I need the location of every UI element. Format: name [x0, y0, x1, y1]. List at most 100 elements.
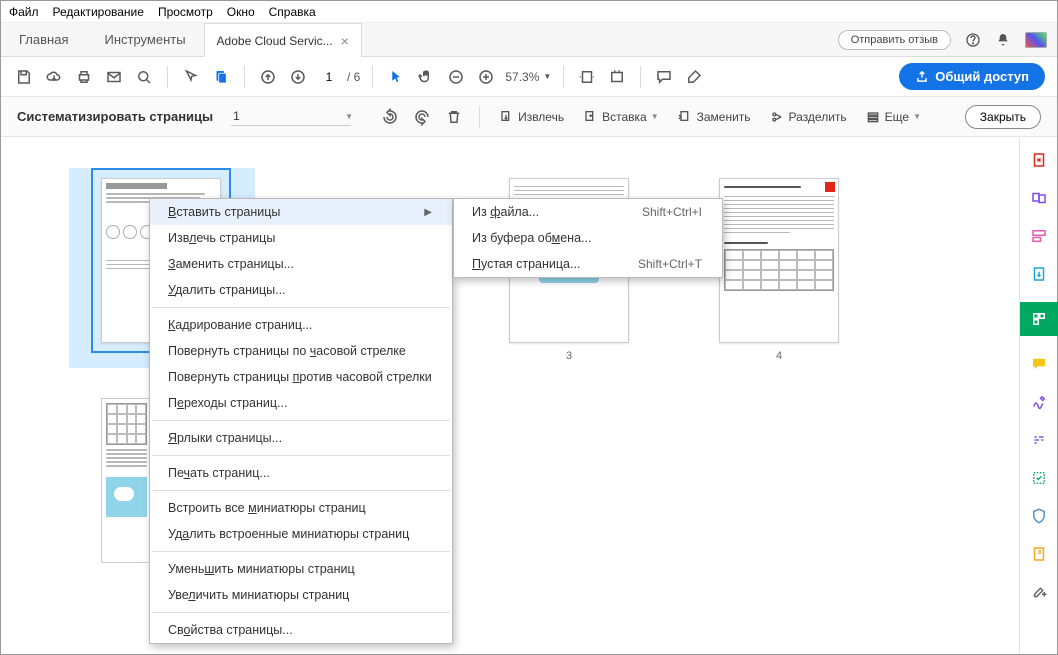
separator	[152, 455, 450, 456]
separator	[640, 66, 641, 88]
sub-blank-page[interactable]: Пустая страница...Shift+Ctrl+T	[454, 251, 722, 277]
search-icon[interactable]	[133, 66, 155, 88]
page-label-4: 4	[719, 350, 839, 362]
main-toolbar: / 6 57.3%▼ Общий доступ	[1, 57, 1057, 97]
separator	[152, 420, 450, 421]
share-button[interactable]: Общий доступ	[899, 63, 1045, 90]
ctx-insert-pages[interactable]: Вставить страницы▶	[150, 199, 452, 225]
rotate-cw-icon[interactable]	[411, 106, 433, 128]
tab-tools[interactable]: Инструменты	[86, 23, 203, 57]
pan-icon[interactable]	[415, 66, 437, 88]
rr-more-tools-icon[interactable]	[1029, 582, 1049, 602]
tab-home[interactable]: Главная	[1, 23, 86, 57]
menu-bar: Файл Редактирование Просмотр Окно Справк…	[1, 1, 1057, 23]
menu-help[interactable]: Справка	[269, 5, 316, 19]
ctx-crop-pages[interactable]: Кадрирование страниц...	[150, 312, 452, 338]
separator	[152, 612, 450, 613]
hand-cursor-icon[interactable]	[180, 66, 202, 88]
submenu-insert: Из файла...Shift+Ctrl+I Из буфера обмена…	[453, 198, 723, 278]
close-button[interactable]: Закрыть	[965, 105, 1041, 129]
ctx-print[interactable]: Печать страниц...	[150, 460, 452, 486]
separator	[152, 307, 450, 308]
menu-edit[interactable]: Редактирование	[53, 5, 144, 19]
ctx-embed-thumbs[interactable]: Встроить все миниатюры страниц	[150, 495, 452, 521]
separator	[167, 66, 168, 88]
ctx-remove-thumbs[interactable]: Удалить встроенные миниатюры страниц	[150, 521, 452, 547]
rotate-ccw-icon[interactable]	[379, 106, 401, 128]
split-button[interactable]: Разделить	[765, 107, 851, 127]
page-current-input[interactable]	[317, 70, 341, 84]
fit-page-icon[interactable]	[606, 66, 628, 88]
cloud-icon[interactable]	[43, 66, 65, 88]
menu-view[interactable]: Просмотр	[158, 5, 213, 19]
zoom-in-icon[interactable]	[475, 66, 497, 88]
print-icon[interactable]	[73, 66, 95, 88]
page-down-icon[interactable]	[287, 66, 309, 88]
page-label-3: 3	[509, 350, 629, 362]
rr-compress-icon[interactable]	[1029, 544, 1049, 564]
rr-edit-icon[interactable]	[1029, 226, 1049, 246]
page-range-select[interactable]	[231, 107, 351, 126]
tab-bar: Главная Инструменты Adobe Cloud Servic..…	[1, 23, 1057, 57]
highlight-icon[interactable]	[683, 66, 705, 88]
ctx-delete-pages[interactable]: Удалить страницы...	[150, 277, 452, 303]
separator	[244, 66, 245, 88]
context-menu: Вставить страницы▶ Извлечь страницы Заме…	[149, 198, 453, 644]
rr-organize-active[interactable]	[1020, 302, 1058, 336]
more-button[interactable]: Еще▼	[861, 107, 925, 127]
page-indicator: / 6	[317, 70, 360, 84]
help-icon[interactable]	[965, 32, 981, 48]
zoom-select[interactable]: 57.3%▼	[505, 70, 551, 84]
menu-window[interactable]: Окно	[227, 5, 255, 19]
tab-document-label: Adobe Cloud Servic...	[217, 34, 333, 48]
organize-title: Систематизировать страницы	[17, 109, 213, 124]
right-rail	[1019, 138, 1057, 654]
separator	[372, 66, 373, 88]
rr-sign-icon[interactable]	[1029, 392, 1049, 412]
rr-redact-icon[interactable]	[1029, 430, 1049, 450]
rr-optimize-icon[interactable]	[1029, 468, 1049, 488]
separator	[563, 66, 564, 88]
page-thumb-5[interactable]	[101, 398, 151, 563]
replace-button[interactable]: Заменить	[673, 107, 755, 127]
menu-file[interactable]: Файл	[9, 5, 39, 19]
separator	[479, 106, 480, 128]
extract-button[interactable]: Извлечь	[494, 107, 568, 127]
ctx-extract-pages[interactable]: Извлечь страницы	[150, 225, 452, 251]
zoom-out-icon[interactable]	[445, 66, 467, 88]
mail-icon[interactable]	[103, 66, 125, 88]
ctx-properties[interactable]: Свойства страницы...	[150, 617, 452, 643]
rr-combine-icon[interactable]	[1029, 188, 1049, 208]
ctx-rotate-cw[interactable]: Повернуть страницы по часовой стрелке	[150, 338, 452, 364]
fit-width-icon[interactable]	[576, 66, 598, 88]
close-tab-icon[interactable]: ×	[341, 33, 349, 49]
rr-comment-icon[interactable]	[1029, 354, 1049, 374]
pages-icon[interactable]	[210, 66, 232, 88]
page-up-icon[interactable]	[257, 66, 279, 88]
feedback-button[interactable]: Отправить отзыв	[838, 30, 951, 50]
ctx-rotate-ccw[interactable]: Повернуть страницы против часовой стрелк…	[150, 364, 452, 390]
page-thumb-4[interactable]	[719, 178, 839, 343]
sub-from-file[interactable]: Из файла...Shift+Ctrl+I	[454, 199, 722, 225]
avatar[interactable]	[1025, 32, 1047, 48]
page-total-label: / 6	[347, 70, 360, 84]
ctx-reduce-thumbs[interactable]: Уменьшить миниатюры страниц	[150, 556, 452, 582]
ctx-labels[interactable]: Ярлыки страницы...	[150, 425, 452, 451]
sub-from-clipboard[interactable]: Из буфера обмена...	[454, 225, 722, 251]
comment-icon[interactable]	[653, 66, 675, 88]
rr-export-icon[interactable]	[1029, 264, 1049, 284]
ctx-enlarge-thumbs[interactable]: Увеличить миниатюры страниц	[150, 582, 452, 608]
pointer-icon[interactable]	[385, 66, 407, 88]
tab-document[interactable]: Adobe Cloud Servic... ×	[204, 23, 362, 57]
save-icon[interactable]	[13, 66, 35, 88]
organize-toolbar: Систематизировать страницы ▼ Извлечь Вст…	[1, 97, 1057, 137]
insert-button[interactable]: Вставка▼	[578, 107, 663, 127]
ctx-replace-pages[interactable]: Заменить страницы...	[150, 251, 452, 277]
rr-create-pdf-icon[interactable]	[1029, 150, 1049, 170]
ctx-transitions[interactable]: Переходы страниц...	[150, 390, 452, 416]
bell-icon[interactable]	[995, 32, 1011, 48]
separator	[152, 490, 450, 491]
delete-icon[interactable]	[443, 106, 465, 128]
rr-protect-icon[interactable]	[1029, 506, 1049, 526]
separator	[152, 551, 450, 552]
